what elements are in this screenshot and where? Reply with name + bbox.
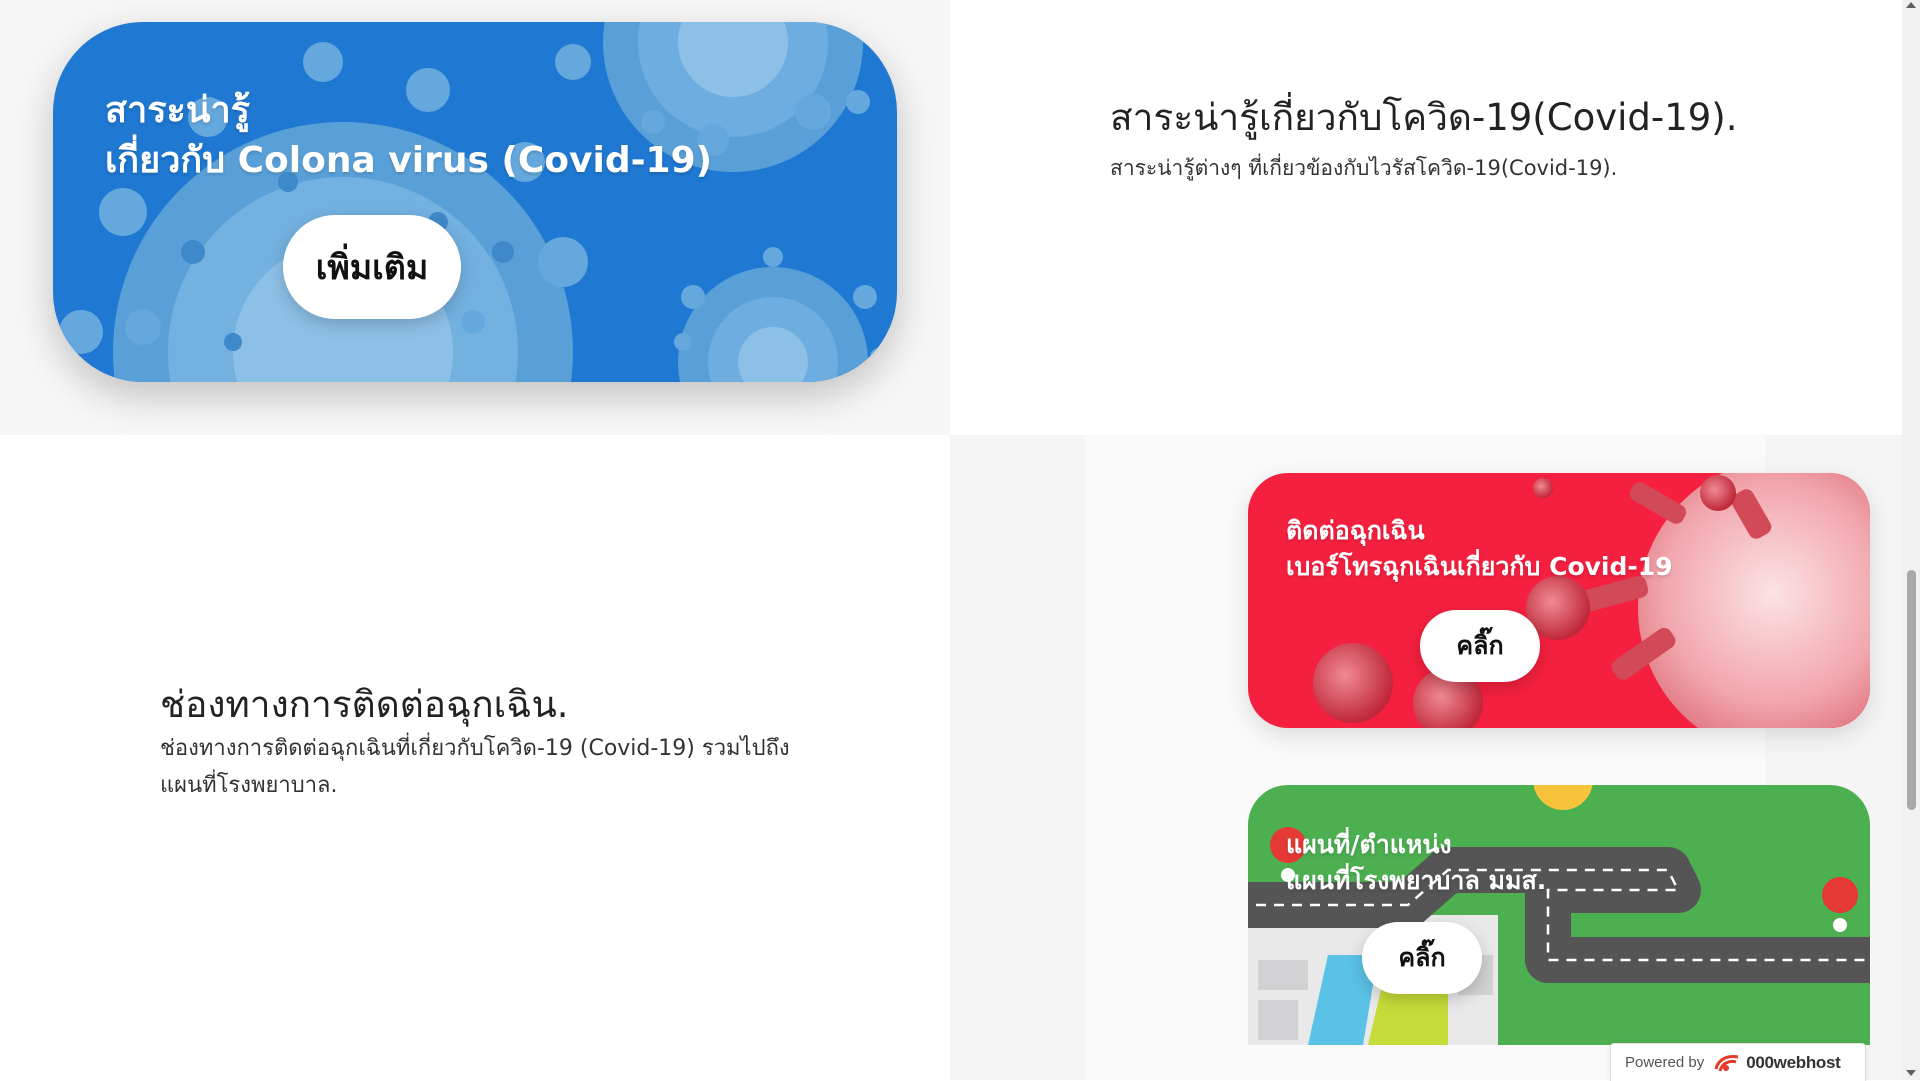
more-button[interactable]: เพิ่มเติม [283, 215, 461, 319]
emergency-text-section: ช่องทางการติดต่อฉุกเฉิน. ช่องทางการติดต่… [0, 435, 950, 1080]
emergency-card-title: ติดต่อฉุกเฉิน เบอร์โทรฉุกเฉินเกี่ยวกับ C… [1286, 513, 1673, 585]
emergency-cards-column: ติดต่อฉุกเฉิน เบอร์โทรฉุกเฉินเกี่ยวกับ C… [1085, 435, 1870, 1080]
map-card-title-line2: แผนที่โรงพยาบาล มมส. [1286, 866, 1547, 895]
scrollbar-thumb[interactable] [1907, 570, 1916, 810]
vertical-scrollbar[interactable] [1902, 0, 1920, 1080]
covid-info-card-title-line2: เกี่ยวกับ Colona virus (Covid-19) [105, 140, 713, 181]
map-card-title: แผนที่/ตำแหน่ง แผนที่โรงพยาบาล มมส. [1286, 827, 1546, 899]
scroll-down-arrow-icon[interactable] [1906, 1070, 1916, 1076]
red-virus-illustration [1313, 473, 1870, 728]
covid-info-heading: สาระน่ารู้เกี่ยวกับโควิด-19(Covid-19). [1110, 96, 1738, 139]
map-card-title-line1: แผนที่/ตำแหน่ง [1286, 830, 1452, 859]
emergency-contact-card[interactable]: ติดต่อฉุกเฉิน เบอร์โทรฉุกเฉินเกี่ยวกับ C… [1248, 473, 1870, 728]
hospital-map-card[interactable]: แผนที่/ตำแหน่ง แผนที่โรงพยาบาล มมส. คลิ๊… [1248, 785, 1870, 1045]
covid-info-card-title-line1: สาระน่ารู้ [105, 90, 251, 131]
emergency-subtext: ช่องทางการติดต่อฉุกเฉินที่เกี่ยวกับโควิด… [160, 736, 790, 798]
covid-info-card-title: สาระน่ารู้ เกี่ยวกับ Colona virus (Covid… [105, 86, 712, 186]
covid-info-text-section: สาระน่ารู้เกี่ยวกับโควิด-19(Covid-19). ส… [950, 0, 1902, 435]
emergency-heading: ช่องทางการติดต่อฉุกเฉิน. [160, 683, 569, 726]
virus-illustration [59, 22, 888, 382]
hosting-badge[interactable]: Powered by 000webhost [1610, 1043, 1866, 1081]
map-illustration [1248, 785, 1870, 1045]
badge-brand-text: 000webhost [1746, 1052, 1841, 1072]
emergency-click-button[interactable]: คลิ๊ก [1420, 610, 1540, 682]
scroll-up-arrow-icon[interactable] [1906, 2, 1916, 8]
covid-info-card[interactable]: สาระน่ารู้ เกี่ยวกับ Colona virus (Covid… [53, 22, 897, 382]
map-click-button[interactable]: คลิ๊ก [1362, 922, 1482, 994]
covid-info-banner-section: สาระน่ารู้ เกี่ยวกับ Colona virus (Covid… [0, 0, 950, 435]
emergency-cards-section: ติดต่อฉุกเฉิน เบอร์โทรฉุกเฉินเกี่ยวกับ C… [950, 435, 1902, 1080]
emergency-card-title-line2: เบอร์โทรฉุกเฉินเกี่ยวกับ Covid-19 [1286, 552, 1673, 581]
covid-info-subtext: สาระน่ารู้ต่างๆ ที่เกี่ยวข้องกับไวรัสโคว… [1110, 156, 1618, 180]
badge-powered-text: Powered by [1625, 1054, 1705, 1071]
webhost-logo-icon [1714, 1054, 1739, 1071]
emergency-card-title-line1: ติดต่อฉุกเฉิน [1286, 516, 1425, 545]
page: สาระน่ารู้ เกี่ยวกับ Colona virus (Covid… [0, 0, 1902, 1080]
